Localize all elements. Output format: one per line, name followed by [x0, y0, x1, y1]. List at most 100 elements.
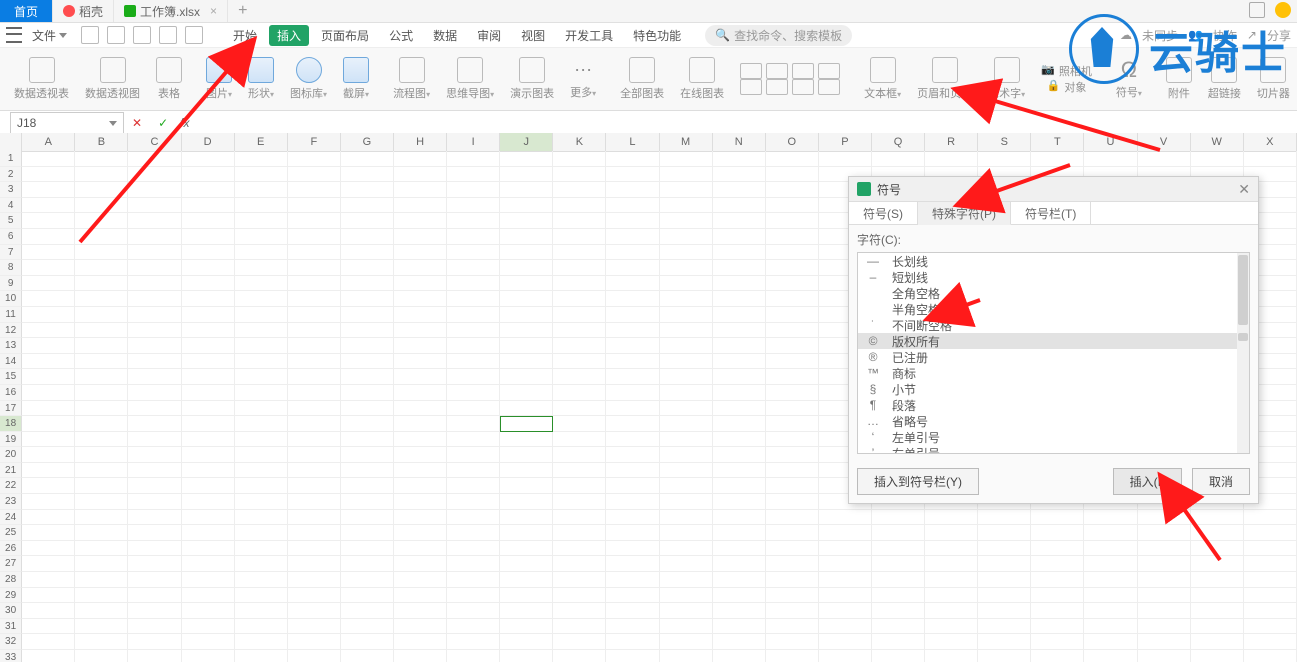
cell[interactable]	[447, 416, 500, 432]
cell[interactable]	[22, 338, 75, 354]
cell[interactable]	[75, 603, 128, 619]
cell[interactable]	[766, 354, 819, 370]
cell[interactable]	[925, 619, 978, 635]
cell[interactable]	[1191, 556, 1244, 572]
cell[interactable]	[394, 650, 447, 662]
cell[interactable]	[660, 619, 713, 635]
cell[interactable]	[288, 603, 341, 619]
cell[interactable]	[1138, 619, 1191, 635]
cell[interactable]	[1031, 510, 1084, 526]
cell[interactable]	[713, 463, 766, 479]
cell[interactable]	[22, 603, 75, 619]
cell[interactable]	[1138, 650, 1191, 662]
cell[interactable]	[553, 260, 606, 276]
cell[interactable]	[75, 572, 128, 588]
cell[interactable]	[182, 291, 235, 307]
cell[interactable]	[235, 541, 288, 557]
cell[interactable]	[394, 634, 447, 650]
cell[interactable]	[766, 634, 819, 650]
cell[interactable]	[182, 323, 235, 339]
list-item[interactable]: 半角空格	[858, 301, 1249, 317]
tool-online-charts[interactable]: 在线图表	[672, 57, 732, 101]
cell[interactable]	[235, 182, 288, 198]
scrollbar-thumb[interactable]	[1238, 255, 1248, 325]
row-header[interactable]: 15	[0, 369, 22, 385]
tool-chart-minis[interactable]	[732, 63, 848, 95]
cell[interactable]	[182, 478, 235, 494]
dialog-tab-0[interactable]: 符号(S)	[849, 202, 918, 224]
cell[interactable]	[447, 323, 500, 339]
cell[interactable]	[1138, 510, 1191, 526]
cell[interactable]	[341, 525, 394, 541]
cell[interactable]	[766, 229, 819, 245]
cell[interactable]	[341, 619, 394, 635]
cell[interactable]	[128, 291, 181, 307]
cell[interactable]	[553, 182, 606, 198]
cell[interactable]	[22, 572, 75, 588]
cell[interactable]	[606, 588, 659, 604]
cell[interactable]	[660, 338, 713, 354]
cell[interactable]	[500, 650, 553, 662]
cell[interactable]	[235, 401, 288, 417]
cell[interactable]	[978, 525, 1031, 541]
cell[interactable]	[235, 603, 288, 619]
row-header[interactable]: 11	[0, 307, 22, 323]
cell[interactable]	[447, 463, 500, 479]
cell[interactable]	[288, 572, 341, 588]
cell[interactable]	[288, 260, 341, 276]
list-item[interactable]: ™商标	[858, 365, 1249, 381]
cancel-formula-icon[interactable]: ✕	[124, 116, 150, 130]
cell[interactable]	[235, 369, 288, 385]
cell[interactable]	[75, 323, 128, 339]
cell[interactable]	[1031, 619, 1084, 635]
row-header[interactable]: 23	[0, 494, 22, 510]
ribbon-tab-8[interactable]: 特色功能	[625, 25, 689, 46]
cell[interactable]	[182, 619, 235, 635]
cell[interactable]	[713, 151, 766, 167]
cell[interactable]	[500, 634, 553, 650]
cell[interactable]	[872, 151, 925, 167]
cell[interactable]	[1191, 525, 1244, 541]
cell[interactable]	[22, 213, 75, 229]
cell[interactable]	[22, 619, 75, 635]
cell[interactable]	[75, 369, 128, 385]
cell[interactable]	[288, 650, 341, 662]
cell[interactable]	[394, 619, 447, 635]
cell[interactable]	[1031, 588, 1084, 604]
cell[interactable]	[22, 416, 75, 432]
cell[interactable]	[182, 650, 235, 662]
cell[interactable]	[288, 416, 341, 432]
cell[interactable]	[394, 416, 447, 432]
cell[interactable]	[288, 494, 341, 510]
cell[interactable]	[182, 463, 235, 479]
cell[interactable]	[1138, 556, 1191, 572]
column-header[interactable]: X	[1244, 133, 1297, 151]
list-item[interactable]: ’右单引号	[858, 445, 1249, 454]
column-header[interactable]: C	[128, 133, 181, 151]
cell[interactable]	[394, 213, 447, 229]
cell[interactable]	[713, 432, 766, 448]
column-header[interactable]: S	[978, 133, 1031, 151]
tool-slicer[interactable]: 切片器	[1249, 57, 1297, 101]
tool-mindmap[interactable]: 思维导图▾	[438, 57, 502, 101]
qat-preview-icon[interactable]	[133, 26, 151, 44]
cell[interactable]	[447, 167, 500, 183]
row-header[interactable]: 32	[0, 634, 22, 650]
cell[interactable]	[341, 182, 394, 198]
row-header[interactable]: 6	[0, 229, 22, 245]
cell[interactable]	[660, 167, 713, 183]
cell[interactable]	[75, 260, 128, 276]
cell[interactable]	[925, 588, 978, 604]
cell[interactable]	[606, 151, 659, 167]
cell[interactable]	[553, 354, 606, 370]
cell[interactable]	[22, 151, 75, 167]
cell[interactable]	[766, 556, 819, 572]
cell[interactable]	[1031, 525, 1084, 541]
tool-table[interactable]: 表格	[148, 57, 190, 101]
tool-pivot-chart[interactable]: 数据透视图	[77, 57, 148, 101]
ribbon-tab-1[interactable]: 插入	[269, 25, 309, 46]
cell[interactable]	[978, 541, 1031, 557]
cell[interactable]	[22, 354, 75, 370]
cell[interactable]	[660, 229, 713, 245]
cell[interactable]	[660, 556, 713, 572]
